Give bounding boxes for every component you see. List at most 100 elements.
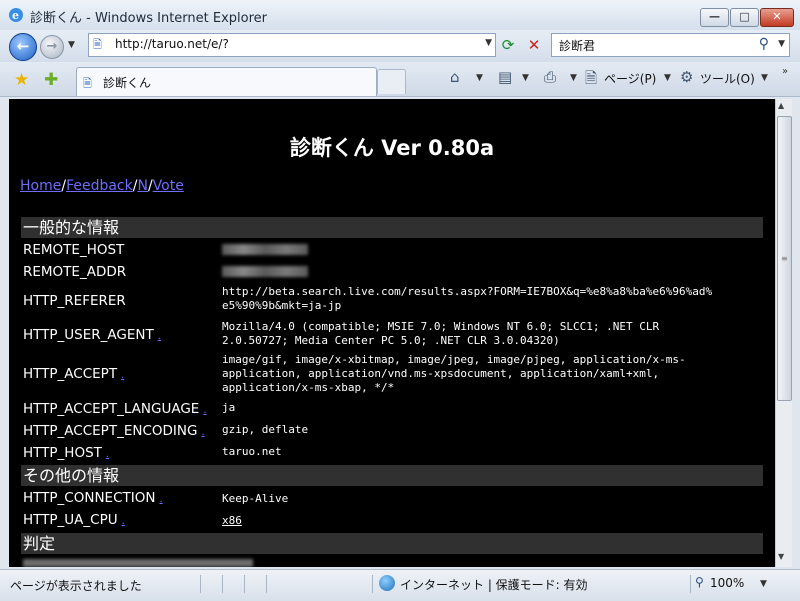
page-content: 診断くん Ver 0.80a Home/Feedback/N/Vote 一般的な… <box>9 99 775 567</box>
globe-icon <box>379 575 395 591</box>
page-title: 診断くん Ver 0.80a <box>289 136 495 160</box>
internet-explorer-icon: e <box>9 8 23 22</box>
print-dropdown-icon[interactable]: ▼ <box>570 73 577 83</box>
grip-icon: ≡ <box>781 254 788 263</box>
row-name-text: HTTP_USER_AGENT <box>23 327 154 343</box>
gear-icon: ⚙ <box>680 68 694 86</box>
info-link[interactable]: . <box>201 427 204 438</box>
status-divider <box>372 575 373 593</box>
forward-button[interactable]: → <box>40 35 64 59</box>
address-url[interactable]: http://taruo.net/e/? <box>115 37 229 51</box>
svg-text:e: e <box>12 9 19 22</box>
row-name-text: HTTP_CONNECTION <box>23 490 156 506</box>
scrollbar-thumb[interactable]: ≡ <box>777 116 792 401</box>
redacted-value <box>222 244 308 255</box>
row-name-text: HTTP_ACCEPT_LANGUAGE <box>23 401 200 417</box>
zoom-dropdown-icon[interactable]: ▼ <box>760 579 767 589</box>
close-icon: ✕ <box>772 10 782 23</box>
close-button[interactable]: ✕ <box>760 8 794 27</box>
tools-menu[interactable]: ツール(O) <box>700 70 755 87</box>
search-icon[interactable]: ⚲ <box>759 36 769 52</box>
row-value-redacted <box>222 244 308 259</box>
link-n[interactable]: N <box>137 178 147 194</box>
status-message: ページが表示されました <box>10 579 142 593</box>
row-name: HTTP_CONNECTION. <box>23 490 163 506</box>
feeds-icon[interactable]: ▤ <box>498 68 512 86</box>
page-icon: 🗎 <box>93 38 102 51</box>
link-feedback[interactable]: Feedback <box>66 178 133 194</box>
home-icon[interactable]: ⌂ <box>450 68 460 86</box>
row-value: Mozilla/4.0 (compatible; MSIE 7.0; Windo… <box>222 320 660 347</box>
redacted-text <box>23 559 253 567</box>
zoom-icon: ⚲ <box>695 575 704 589</box>
info-link[interactable]: . <box>122 516 125 527</box>
row-value: ja <box>222 401 236 414</box>
info-link[interactable]: . <box>121 370 124 381</box>
vertical-scrollbar[interactable]: ▲ ≡ ▼ <box>775 99 792 567</box>
row-value: Keep-Alive <box>222 492 289 505</box>
row-name-text: HTTP_ACCEPT <box>23 366 118 382</box>
page-menu[interactable]: ページ(P) <box>604 70 656 87</box>
row-name: HTTP_USER_AGENT. <box>23 327 161 343</box>
row-name: HTTP_ACCEPT_LANGUAGE. <box>23 401 207 417</box>
back-arrow-icon: ← <box>16 37 30 55</box>
status-bar: ページが表示されました インターネット | 保護モード: 有効 ⚲ 100% ▼ <box>0 569 800 601</box>
window-title: 診断くん - Windows Internet Explorer <box>30 11 267 26</box>
page-nav-links: Home/Feedback/N/Vote <box>20 178 184 194</box>
search-options-dropdown-icon[interactable]: ▼ <box>778 39 785 49</box>
link-vote[interactable]: Vote <box>153 178 184 194</box>
search-box[interactable]: 診断君 ⚲ ▼ <box>551 33 790 57</box>
info-link[interactable]: . <box>106 449 109 460</box>
maximize-button[interactable]: □ <box>730 8 759 27</box>
tab-title: 診断くん <box>103 76 152 90</box>
row-name: HTTP_UA_CPU. <box>23 512 125 528</box>
address-dropdown-icon[interactable]: ▼ <box>485 38 492 48</box>
scroll-down-arrow-icon[interactable]: ▼ <box>778 552 784 561</box>
security-zone[interactable]: インターネット | 保護モード: 有効 <box>400 576 588 593</box>
search-input[interactable]: 診断君 <box>559 37 595 54</box>
tab-current[interactable]: 🗎 診断くん <box>76 67 377 96</box>
redacted-value <box>222 266 308 277</box>
section-header: 判定 <box>21 533 763 554</box>
row-value-link[interactable]: x86 <box>222 514 242 528</box>
row-value: gzip, deflate <box>222 423 309 436</box>
info-link[interactable]: . <box>203 405 206 416</box>
home-dropdown-icon[interactable]: ▼ <box>476 73 483 83</box>
row-value: http://beta.search.live.com/results.aspx… <box>222 285 713 312</box>
minimize-icon: — <box>709 10 720 23</box>
page-icon: 🗎 <box>83 77 92 90</box>
tools-menu-dropdown-icon[interactable]: ▼ <box>761 73 768 83</box>
favorites-center-icon[interactable]: ★ <box>14 70 29 90</box>
row-name-text: HTTP_HOST <box>23 445 102 461</box>
feeds-dropdown-icon[interactable]: ▼ <box>522 73 529 83</box>
link-home[interactable]: Home <box>20 178 61 194</box>
row-name: HTTP_ACCEPT. <box>23 366 124 382</box>
minimize-button[interactable]: — <box>700 8 729 27</box>
print-icon[interactable]: ⎙ <box>544 68 556 86</box>
refresh-icon[interactable]: ⟳ <box>498 35 518 55</box>
status-divider <box>244 575 245 593</box>
info-link[interactable]: . <box>159 494 162 505</box>
row-name-text: HTTP_UA_CPU <box>23 512 118 528</box>
more-commands-icon[interactable]: » <box>782 66 788 77</box>
new-tab-button[interactable] <box>377 69 406 94</box>
status-divider <box>690 575 691 593</box>
row-name: REMOTE_ADDR <box>23 264 127 280</box>
status-divider <box>200 575 201 593</box>
scroll-up-arrow-icon[interactable]: ▲ <box>778 101 784 110</box>
section-header: 一般的な情報 <box>21 217 763 238</box>
row-value-redacted <box>222 266 308 281</box>
add-favorites-icon[interactable]: ✚ <box>44 70 58 90</box>
info-link[interactable]: . <box>158 331 161 342</box>
back-button[interactable]: ← <box>9 33 37 61</box>
address-bar[interactable]: 🗎 http://taruo.net/e/? ▼ <box>88 33 496 57</box>
recent-pages-dropdown-icon[interactable]: ▼ <box>68 40 75 50</box>
page-menu-dropdown-icon[interactable]: ▼ <box>664 73 671 83</box>
zoom-level[interactable]: 100% <box>710 576 744 590</box>
section-header: その他の情報 <box>21 465 763 486</box>
title-bar[interactable]: e 診断くん - Windows Internet Explorer — □ ✕ <box>0 0 800 31</box>
row-name: REMOTE_HOST <box>23 242 125 258</box>
row-name: HTTP_REFERER <box>23 293 126 309</box>
status-divider <box>266 575 267 593</box>
stop-icon[interactable]: ✕ <box>524 35 544 55</box>
